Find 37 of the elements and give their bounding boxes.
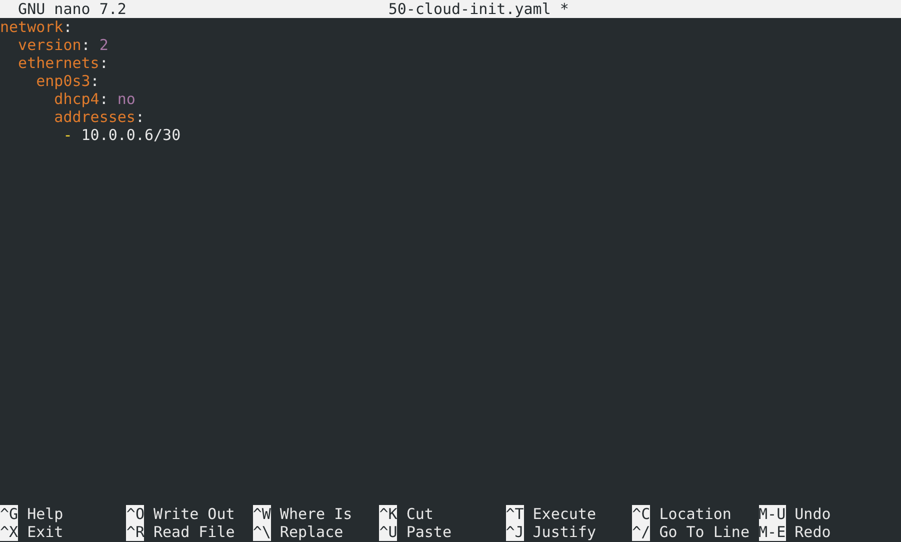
- shortcut-key: ^G: [0, 505, 18, 523]
- shortcut-label: Write Out: [154, 505, 235, 523]
- shortcut-label: Cut: [406, 505, 434, 523]
- program-name: GNU nano 7.2: [18, 0, 126, 18]
- code-line: ethernets:: [18, 54, 108, 72]
- shortcut-label: Help: [27, 505, 64, 523]
- code-line: network:: [0, 18, 72, 36]
- shortcut-label: Read File: [154, 523, 235, 541]
- shortcut-key: ^W: [252, 505, 271, 523]
- shortcut-label: Where Is: [280, 505, 352, 523]
- code-line: dhcp4: no: [54, 90, 136, 108]
- shortcut-key: ^O: [126, 505, 144, 523]
- shortcut-label: Undo: [794, 505, 831, 523]
- shortcut-key: ^U: [379, 523, 398, 541]
- shortcut-label: Location: [659, 505, 732, 523]
- shortcut-key: M-E: [758, 523, 786, 541]
- shortcut-label: Execute: [532, 505, 596, 523]
- shortcut-key: ^K: [379, 505, 398, 523]
- shortcut-label: Exit: [27, 523, 64, 541]
- shortcut-key: ^/: [632, 523, 650, 541]
- shortcut-label: Redo: [794, 523, 831, 541]
- shortcut-label: Justify: [532, 523, 596, 541]
- shortcut-key: ^R: [126, 523, 144, 541]
- shortcut-label: Replace: [280, 523, 344, 541]
- code-line: - 10.0.0.6/30: [63, 126, 181, 144]
- file-name: 50-cloud-init.yaml *: [388, 0, 569, 18]
- shortcut-label: Paste: [406, 523, 452, 541]
- shortcut-key: ^J: [506, 523, 524, 541]
- shortcut-key: ^T: [506, 505, 524, 523]
- shortcut-key: ^C: [632, 505, 650, 523]
- code-line: addresses:: [54, 108, 144, 126]
- shortcut-label: Go To Line: [659, 523, 750, 541]
- shortcut-key: M-U: [758, 505, 786, 523]
- shortcut-key: ^X: [0, 523, 18, 541]
- code-line: enp0s3:: [36, 72, 100, 90]
- shortcut-key: ^\: [252, 523, 271, 541]
- code-line: version: 2: [18, 36, 108, 54]
